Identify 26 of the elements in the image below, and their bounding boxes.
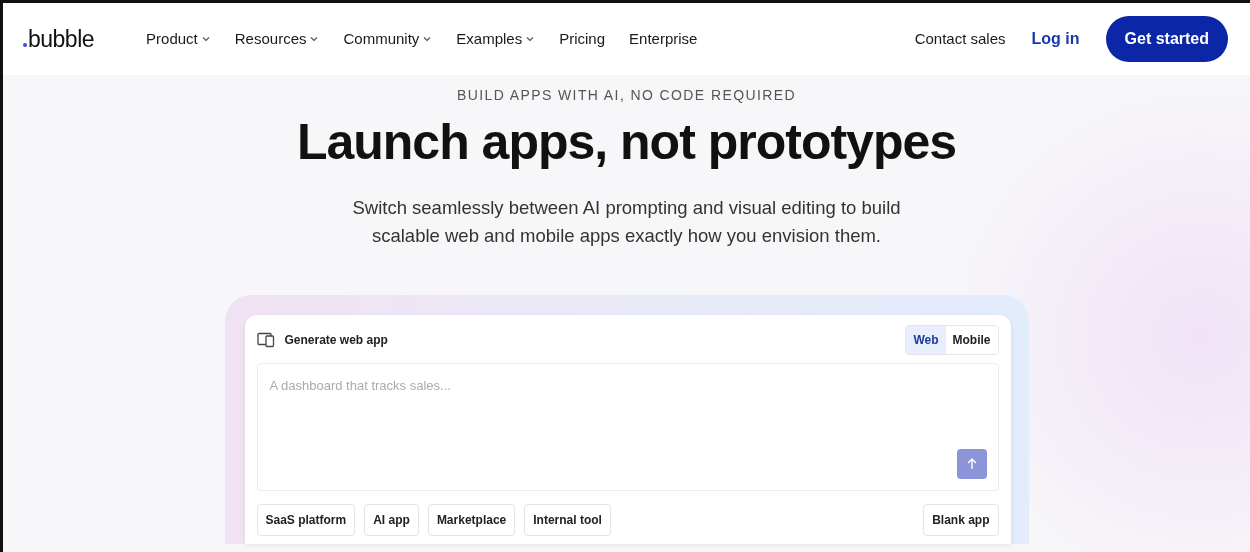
hero-title: Launch apps, not prototypes: [295, 113, 958, 172]
eyebrow-text: BUILD APPS WITH AI, NO CODE REQUIRED: [456, 86, 797, 105]
chevron-down-icon: [309, 34, 320, 44]
nav-menu-item[interactable]: Product: [146, 27, 211, 51]
suggestion-chip[interactable]: SaaS platform: [256, 503, 356, 536]
prompt-field[interactable]: A dashboard that tracks sales...: [256, 362, 999, 491]
contact-sales-link[interactable]: Contact sales: [914, 27, 1006, 51]
login-link[interactable]: Log in: [1031, 27, 1080, 51]
dot-icon: [23, 42, 27, 47]
suggestion-chip[interactable]: Marketplace: [427, 503, 516, 536]
blank-app-button[interactable]: Blank app: [923, 503, 999, 536]
get-started-button[interactable]: Get started: [1105, 16, 1228, 62]
suggestion-chip[interactable]: AI app: [364, 503, 419, 536]
platform-tab[interactable]: Web: [906, 325, 946, 354]
devices-icon: [256, 331, 275, 348]
nav-menu-item[interactable]: Pricing: [559, 27, 606, 51]
nav-menu-item[interactable]: Resources: [234, 27, 320, 51]
nav-menu-item[interactable]: Examples: [456, 27, 536, 51]
nav-menu-item[interactable]: Community: [343, 27, 433, 51]
generator-title: Generate web app: [284, 331, 388, 349]
suggestion-chip[interactable]: Internal tool: [524, 503, 611, 536]
chevron-down-icon: [422, 34, 433, 44]
nav-menu-item[interactable]: Enterprise: [629, 27, 698, 51]
chevron-down-icon: [200, 34, 211, 44]
hero-subtitle: Switch seamlessly between AI prompting and visual editing to build scalable web and mobile apps exactly how you envision them.: [351, 196, 902, 248]
chevron-down-icon: [525, 34, 536, 44]
